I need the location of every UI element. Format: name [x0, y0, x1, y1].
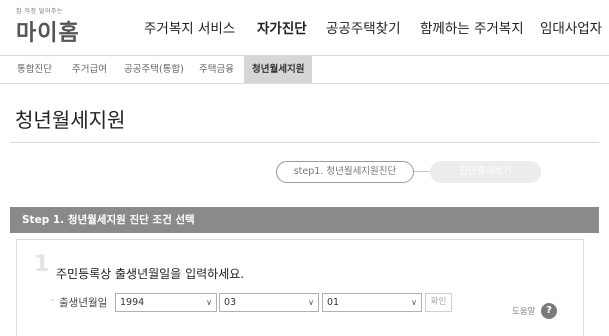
- subnav-item-youth-rent-support[interactable]: 청년월세지원: [244, 56, 313, 83]
- logo[interactable]: 집 걱정 덜어주는 마이홈: [16, 6, 86, 46]
- chevron-down-icon: ∨: [411, 298, 417, 307]
- logo-text: 마이홈: [16, 21, 80, 46]
- question-panel: [16, 239, 584, 336]
- help-icon[interactable]: ?: [541, 303, 557, 319]
- section-header: Step 1. 청년월세지원 진단 조건 선택: [10, 207, 599, 233]
- section-title: Step 1. 청년월세지원 진단 조건 선택: [22, 214, 195, 226]
- question-number: 1: [34, 252, 50, 277]
- step-connector: [414, 171, 430, 172]
- birth-year-value: 1994: [120, 297, 145, 308]
- subnav-item-integrated-diagnosis[interactable]: 통합진단: [17, 56, 52, 83]
- birth-year-select[interactable]: 1994 ∨: [115, 293, 217, 312]
- subnav-item-housing-finance[interactable]: 주택금융: [199, 56, 234, 83]
- nav-item-self-diagnosis[interactable]: 자가진단: [257, 17, 307, 37]
- logo-tagline: 집 걱정 덜어주는: [16, 8, 63, 15]
- subnav-item-housing-benefit[interactable]: 주거급여: [72, 56, 107, 83]
- header: 집 걱정 덜어주는 마이홈 주거복지 서비스 자가진단 공공주택찾기 함께하는 …: [0, 0, 609, 55]
- birth-month-select[interactable]: 03 ∨: [219, 293, 319, 312]
- birth-day-select[interactable]: 01 ∨: [322, 293, 422, 312]
- help-label[interactable]: 도움말: [512, 305, 535, 317]
- birth-month-value: 03: [224, 297, 237, 308]
- chevron-down-icon: ∨: [206, 298, 212, 307]
- question-text: 주민등록상 출생년월일을 입력하세요.: [56, 267, 245, 281]
- nav-item-public-housing-search[interactable]: 공공주택찾기: [326, 17, 401, 37]
- confirm-button[interactable]: 확인: [425, 293, 452, 312]
- step2-result-pill[interactable]: 진단결과보기: [430, 161, 541, 183]
- step1-pill[interactable]: step1. 청년월세지원진단: [276, 161, 414, 183]
- birth-day-value: 01: [327, 297, 340, 308]
- title-divider: [10, 142, 599, 143]
- nav-item-housing-welfare-service[interactable]: 주거복지 서비스: [144, 17, 235, 37]
- nav-item-rental-business[interactable]: 임대사업자: [540, 17, 602, 37]
- nav-item-together-housing-welfare[interactable]: 함께하는 주거복지: [420, 17, 524, 37]
- sub-nav: 통합진단 주거급여 공공주택(통합) 주택금융 청년월세지원: [0, 56, 609, 84]
- chevron-down-icon: ∨: [308, 298, 314, 307]
- subnav-item-public-housing[interactable]: 공공주택(통합): [124, 56, 184, 83]
- page-title: 청년월세지원: [15, 108, 126, 132]
- birthdate-label: 출생년월일: [59, 297, 108, 309]
- bullet-icon: ·: [51, 296, 55, 307]
